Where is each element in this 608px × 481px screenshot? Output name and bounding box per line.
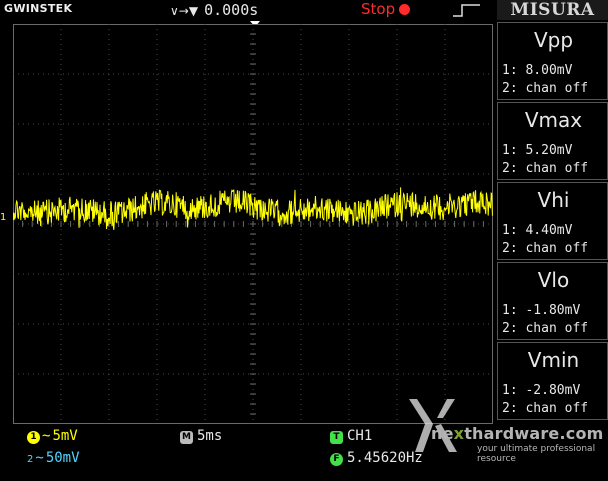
measure-name: Vpp [533,28,574,52]
trigger-arrow-icon: ∨→▼ [170,4,199,18]
measure-ch1-value: 1: -1.80mV [502,303,581,318]
trigger-badge: T [330,431,343,444]
timebase-value: 5ms [197,428,223,444]
watermark-part: .com [559,424,604,443]
stop-dot-icon [399,4,411,15]
measure-box-vhi[interactable]: Vhi 1: 4.40mV 2: chan off [497,182,608,260]
measure-ch2-value: 2: chan off [502,81,589,96]
measure-ch2-value: 2: chan off [502,161,589,176]
watermark-tagline: your ultimate professional resource [477,444,596,464]
measure-ch2-value: 2: chan off [502,321,589,336]
ch2-badge: 2 [27,454,34,465]
measure-box-vpp[interactable]: Vpp 1: 8.00mV 2: chan off [497,22,608,100]
top-status-bar: GWINSTEK ∨→▼ 0.000s Stop MISURA [0,0,608,20]
ch2-scale-value: 50mV [45,450,80,466]
measure-panel-title: MISURA [497,0,608,20]
timebase[interactable]: M 5ms [180,428,222,444]
measure-name: Vmin [527,348,580,372]
measure-box-vlo[interactable]: Vlo 1: -1.80mV 2: chan off [497,262,608,340]
watermark-part: ne [431,424,454,443]
run-stop-indicator[interactable]: Stop [361,0,411,18]
graticule [13,24,493,424]
ac-coupling-icon: ~ [42,428,51,444]
ch1-ground-marker[interactable]: 1 [0,212,6,223]
watermark-part: thardware [464,424,560,443]
rising-edge-icon [453,4,480,17]
measure-name: Vmax [524,108,583,132]
brand-logo: GWINSTEK [4,2,73,15]
ch1-scale[interactable]: 1 ~5mV [27,428,78,444]
ch1-scale-value: 5mV [52,428,78,444]
frequency-badge: F [330,453,343,466]
timebase-badge: M [180,431,193,444]
horizontal-position-value: 0.000s [204,1,259,19]
horizontal-position: ∨→▼ 0.000s [170,1,258,19]
trigger-source-value: CH1 [347,428,373,444]
watermark: nexthardware.com your ultimate professio… [397,394,608,464]
run-state-label: Stop [361,0,396,18]
measurement-panel: Vpp 1: 8.00mV 2: chan off Vmax 1: 5.20mV… [497,22,608,426]
ac-coupling-icon: ~ [35,450,44,466]
measure-ch1-value: 1: 4.40mV [502,223,573,238]
measure-ch1-value: 1: 5.20mV [502,143,573,158]
trigger-source[interactable]: T CH1 [330,428,372,444]
ch2-scale[interactable]: 2 ~50mV [27,450,80,466]
waveform-display[interactable] [13,24,493,424]
ch1-badge: 1 [27,431,40,444]
watermark-name: nexthardware.com [431,424,604,443]
measure-name: Vlo [537,268,570,292]
measure-box-vmax[interactable]: Vmax 1: 5.20mV 2: chan off [497,102,608,180]
measure-ch2-value: 2: chan off [502,241,589,256]
measure-name: Vhi [537,188,570,212]
measure-ch1-value: 1: 8.00mV [502,63,573,78]
watermark-part: x [453,424,465,443]
